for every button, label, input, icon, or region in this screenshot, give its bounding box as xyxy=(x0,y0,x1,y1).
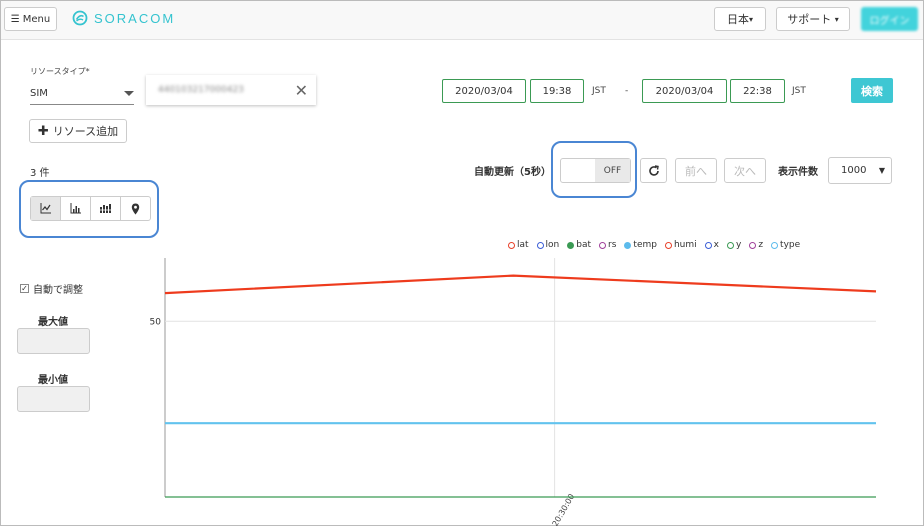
series-line-humi xyxy=(164,274,877,295)
y-tick-label: 50 xyxy=(150,317,162,327)
timeseries-chart: 5020:30:00 xyxy=(150,258,877,526)
